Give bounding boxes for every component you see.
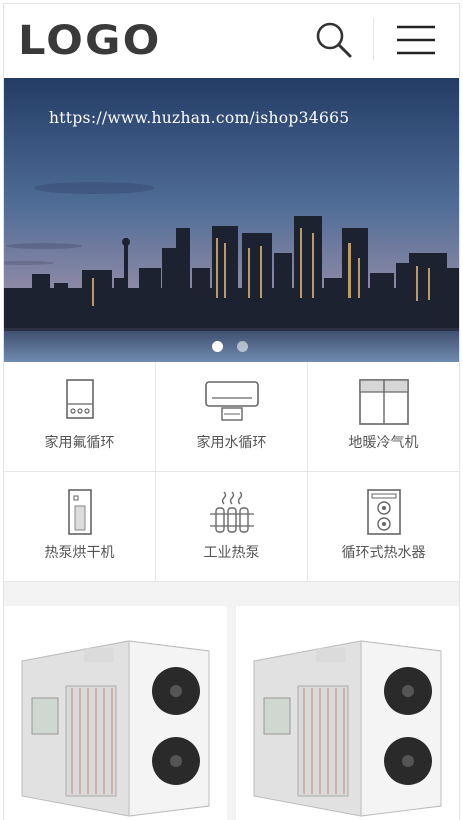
category-item-circulating-water-heater[interactable]: 循环式热水器 [308, 472, 459, 582]
banner-carousel[interactable]: https://www.huzhan.com/ishop34665 [4, 78, 459, 362]
header-divider [373, 18, 374, 60]
category-label: 热泵烘干机 [44, 545, 115, 561]
water-heater-icon [65, 379, 94, 419]
search-icon [316, 22, 352, 58]
category-grid: 家用氟循环 家用水循环 地暖冷气机 热泵烘干机 工业热泵 循环式热水器 [4, 362, 459, 582]
category-item-floor-heating[interactable]: 地暖冷气机 [308, 362, 459, 472]
search-button[interactable] [314, 20, 354, 60]
page-frame: LOGO https://www.huzhan.com/ishop34665 家… [3, 3, 460, 820]
product-card[interactable] [4, 606, 227, 820]
logo[interactable]: LOGO [18, 16, 162, 66]
category-label: 循环式热水器 [341, 545, 426, 561]
category-label: 工业热泵 [203, 545, 260, 561]
carousel-dots [212, 341, 248, 352]
air-conditioner-icon [204, 381, 259, 421]
banner-watermark-text: https://www.huzhan.com/ishop34665 [49, 109, 350, 127]
header: LOGO [4, 4, 459, 77]
carousel-dot-2[interactable] [237, 341, 248, 352]
category-label: 家用水循环 [196, 435, 267, 451]
category-item-industrial-heat-pump[interactable]: 工业热泵 [156, 472, 308, 582]
radiator-icon [209, 491, 254, 533]
heat-pump-unit-image [253, 640, 442, 817]
product-card[interactable] [236, 606, 459, 820]
speaker-unit-icon [366, 489, 401, 535]
category-label: 地暖冷气机 [348, 435, 419, 451]
category-item-fluorine-circulation[interactable]: 家用氟循环 [4, 362, 156, 472]
category-item-water-circulation[interactable]: 家用水循环 [156, 362, 308, 472]
category-item-heat-pump-dryer[interactable]: 热泵烘干机 [4, 472, 156, 582]
menu-button[interactable] [395, 21, 437, 59]
product-section [4, 582, 459, 820]
heat-pump-unit-image [21, 640, 210, 817]
carousel-dot-1[interactable] [212, 341, 223, 352]
dryer-icon [67, 489, 92, 535]
cabinet-unit-icon [358, 379, 409, 425]
category-label: 家用氟循环 [44, 435, 115, 451]
hamburger-menu-icon [397, 25, 435, 55]
